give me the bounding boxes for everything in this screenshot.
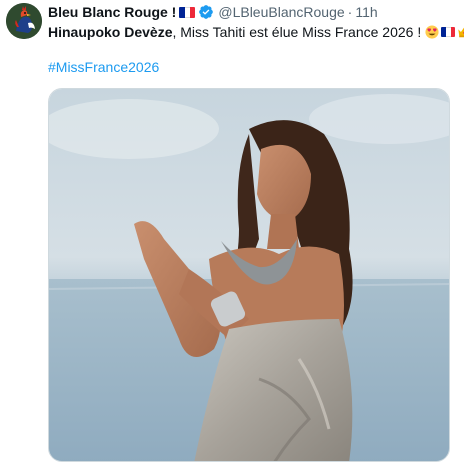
display-name[interactable]: Bleu Blanc Rouge ! <box>48 4 176 20</box>
verified-badge-icon <box>199 5 214 19</box>
tweet-text: Hinaupoko Devèze , Miss Tahiti est élue … <box>48 22 464 42</box>
rooster-avatar-icon[interactable] <box>6 3 42 39</box>
separator-dot: · <box>347 4 353 20</box>
french-flag-icon <box>441 27 456 37</box>
crown-emoji-icon <box>458 27 464 38</box>
hashtag-link[interactable]: #MissFrance2026 <box>48 59 159 75</box>
heart-eyes-emoji-icon <box>425 25 439 39</box>
tweet-card[interactable]: Bleu Blanc Rouge ! @LBleuBlancRouge · 11… <box>0 0 464 471</box>
tweet-photo[interactable] <box>48 88 450 462</box>
tweet-text-body: , Miss Tahiti est élue Miss France 2026 … <box>172 24 422 40</box>
tweet-text-bold: Hinaupoko Devèze <box>48 24 173 40</box>
tweet-timestamp[interactable]: 11h <box>355 4 377 20</box>
tweet-header: Bleu Blanc Rouge ! @LBleuBlancRouge · 11… <box>48 3 378 21</box>
user-handle[interactable]: @LBleuBlancRouge <box>218 4 344 20</box>
french-flag-icon <box>179 6 196 18</box>
